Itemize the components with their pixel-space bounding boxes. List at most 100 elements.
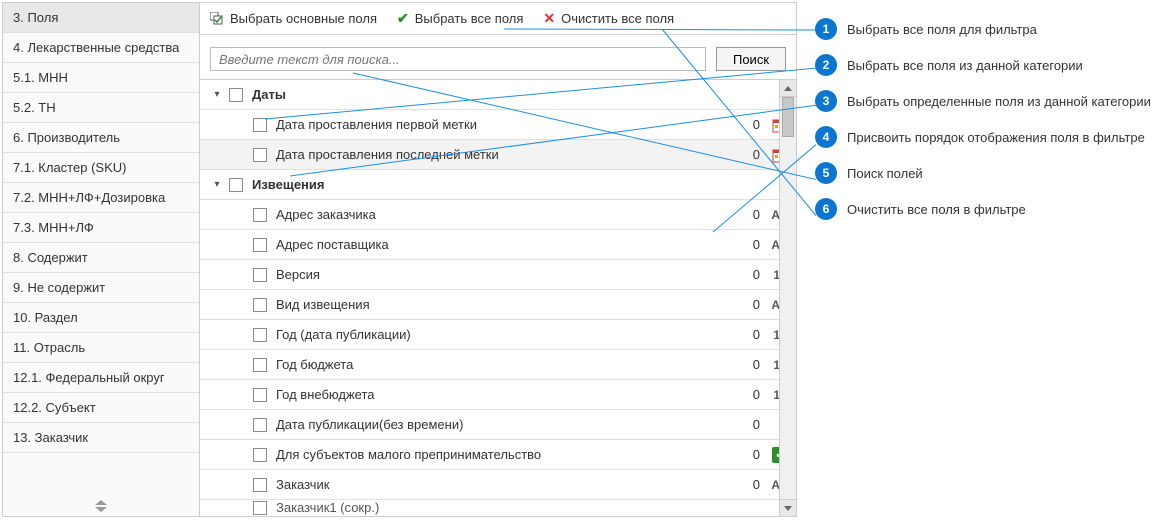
callouts: 1Выбрать все поля для фильтра 2 Выбрать вс… [815,18,1151,234]
select-all-label: Выбрать все поля [415,11,524,26]
field-label: Год (дата публикации) [270,327,740,342]
field-row: Вид извещения0AB [200,290,796,320]
x-icon: ✕ [543,10,555,27]
sidebar-item[interactable]: 10. Раздел [3,303,199,333]
field-checkbox[interactable] [253,268,267,282]
field-order[interactable]: 0 [740,477,764,492]
callout: 1Выбрать все поля для фильтра [815,18,1151,40]
field-checkbox[interactable] [253,328,267,342]
group-checkbox[interactable] [229,88,243,102]
field-order[interactable]: 0 [740,207,764,222]
select-main-icon [210,12,224,26]
sidebar-item[interactable]: 4. Лекарственные средства [3,33,199,63]
field-order[interactable]: 0 [740,357,764,372]
callout-badge: 4 [815,126,837,148]
sidebar-down-icon[interactable] [95,507,107,512]
field-order[interactable]: 0 [740,387,764,402]
field-row: Заказчик0AB [200,470,796,500]
field-label: Для субъектов малого препринимательство [270,447,740,462]
field-label: Год внебюджета [270,387,740,402]
field-label: Версия [270,267,740,282]
field-checkbox[interactable] [253,238,267,252]
search-button[interactable]: Поиск [716,47,786,71]
sidebar-item[interactable]: 5.2. ТН [3,93,199,123]
field-label: Адрес заказчика [270,207,740,222]
group-title: Извещения [248,177,796,192]
callout: 6Очистить все поля в фильтре [815,198,1151,220]
field-order[interactable]: 0 [740,447,764,462]
sidebar-item[interactable]: 12.2. Субъект [3,393,199,423]
field-checkbox[interactable] [253,478,267,492]
field-row: Версия012 [200,260,796,290]
callout-text: Присвоить порядок отображения поля в фил… [847,130,1145,145]
callout: 4 Присвоить порядок отображения поля в фи… [815,126,1151,148]
field-row: Дата проставления последней метки0 [200,140,796,170]
group-checkbox[interactable] [229,178,243,192]
field-checkbox[interactable] [253,298,267,312]
sidebar-item[interactable]: 6. Производитель [3,123,199,153]
sidebar-item[interactable]: 9. Не содержит [3,273,199,303]
main-frame: 3. Поля4. Лекарственные средства5.1. МНН… [2,2,797,517]
field-label: Заказчик [270,477,740,492]
scroll-down-button[interactable] [780,499,796,516]
scroll-track[interactable] [780,97,796,499]
content-panel: Выбрать основные поля ✔ Выбрать все поля… [200,3,796,516]
field-label: Заказчик1 (сокр.) [270,500,796,515]
field-order[interactable]: 0 [740,147,764,162]
field-checkbox[interactable] [253,448,267,462]
select-all-button[interactable]: ✔ Выбрать все поля [393,8,527,29]
callout-text: Выбрать все поля для фильтра [847,22,1037,37]
field-order[interactable]: 0 [740,267,764,282]
sidebar: 3. Поля4. Лекарственные средства5.1. МНН… [3,3,200,516]
sidebar-item[interactable]: 7.3. МНН+ЛФ [3,213,199,243]
field-row: Дата проставления первой метки0 [200,110,796,140]
field-checkbox[interactable] [253,418,267,432]
field-order[interactable]: 0 [740,327,764,342]
sidebar-item[interactable]: 13. Заказчик [3,423,199,453]
clear-all-button[interactable]: ✕ Очистить все поля [539,8,678,29]
sidebar-item[interactable]: 7.1. Кластер (SKU) [3,153,199,183]
field-order[interactable]: 0 [740,417,764,432]
search-input[interactable] [210,47,706,71]
group-row: ▾Даты [200,80,796,110]
field-checkbox[interactable] [253,358,267,372]
select-main-button[interactable]: Выбрать основные поля [206,9,381,28]
callout-badge: 2 [815,54,837,76]
chevron-up-icon [784,86,792,91]
clear-all-label: Очистить все поля [561,11,674,26]
sidebar-item[interactable]: 5.1. МНН [3,63,199,93]
field-checkbox[interactable] [253,501,267,515]
sidebar-scroll [3,496,199,516]
field-grid: ▾ДатыДата проставления первой метки0Дата… [200,79,796,516]
sidebar-item[interactable]: 7.2. МНН+ЛФ+Дозировка [3,183,199,213]
field-checkbox[interactable] [253,208,267,222]
field-order[interactable]: 0 [740,117,764,132]
search-row: Поиск [200,35,796,79]
field-checkbox[interactable] [253,148,267,162]
scrollbar[interactable] [779,80,796,516]
callout-text: Выбрать все поля из данной категории [847,58,1083,73]
field-label: Дата публикации(без времени) [270,417,740,432]
field-order[interactable]: 0 [740,237,764,252]
sidebar-item[interactable]: 8. Содержит [3,243,199,273]
field-checkbox[interactable] [253,118,267,132]
field-checkbox[interactable] [253,388,267,402]
field-order[interactable]: 0 [740,297,764,312]
field-row: Год (дата публикации)012 [200,320,796,350]
scroll-up-button[interactable] [780,80,796,97]
sidebar-item[interactable]: 11. Отрасль [3,333,199,363]
field-label: Дата проставления первой метки [270,117,740,132]
callout: 2 Выбрать все поля из данной категории [815,54,1151,76]
callout-text: Очистить все поля в фильтре [847,202,1026,217]
expander-icon[interactable]: ▾ [210,178,224,192]
callout: 5Поиск полей [815,162,1151,184]
sidebar-item[interactable]: 12.1. Федеральный округ [3,363,199,393]
chevron-down-icon [784,506,792,511]
field-label: Вид извещения [270,297,740,312]
toolbar: Выбрать основные поля ✔ Выбрать все поля… [200,3,796,35]
sidebar-up-icon[interactable] [95,500,107,505]
scroll-thumb[interactable] [782,97,794,137]
field-row: Адрес поставщика0AB [200,230,796,260]
sidebar-item[interactable]: 3. Поля [3,3,199,33]
expander-icon[interactable]: ▾ [210,88,224,102]
